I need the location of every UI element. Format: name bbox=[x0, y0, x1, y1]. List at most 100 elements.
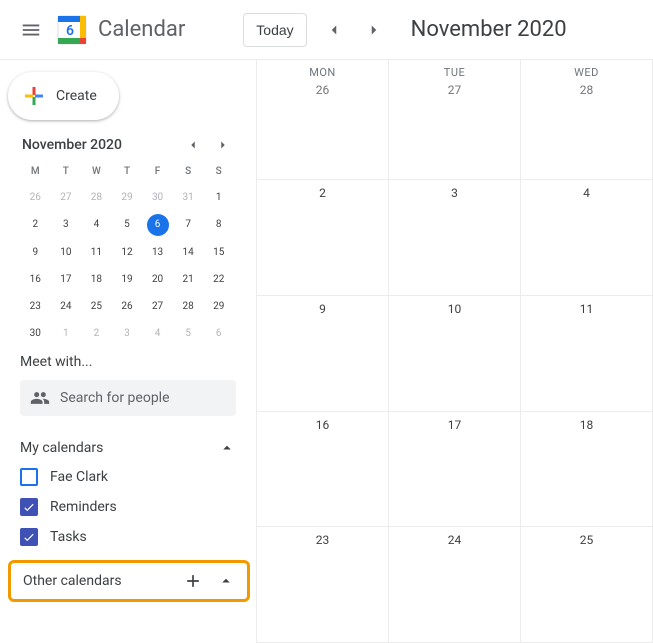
mini-day[interactable]: 30 bbox=[20, 323, 51, 344]
prev-period-button[interactable] bbox=[321, 17, 347, 43]
mini-day[interactable]: 4 bbox=[81, 214, 112, 236]
chevron-up-icon bbox=[218, 439, 236, 457]
mini-day[interactable]: 9 bbox=[20, 242, 51, 263]
grid-cell[interactable]: 18 bbox=[521, 412, 653, 528]
mini-day[interactable]: 25 bbox=[81, 296, 112, 317]
next-period-button[interactable] bbox=[361, 17, 387, 43]
mini-day[interactable]: 3 bbox=[51, 214, 82, 236]
calendar-grid[interactable]: MON26TUE27WED2823491011161718232425 bbox=[256, 60, 653, 643]
grid-cell[interactable]: 3 bbox=[389, 180, 521, 296]
grid-cell[interactable]: 4 bbox=[521, 180, 653, 296]
mini-next-button[interactable] bbox=[214, 136, 232, 154]
mini-day[interactable]: 19 bbox=[112, 269, 143, 290]
grid-dow: TUE bbox=[389, 66, 520, 79]
mini-day[interactable]: 6 bbox=[203, 323, 234, 344]
mini-day[interactable]: 12 bbox=[112, 242, 143, 263]
grid-date: 10 bbox=[389, 302, 520, 316]
calendar-logo-icon: 6 bbox=[54, 12, 90, 48]
mini-prev-button[interactable] bbox=[184, 136, 202, 154]
grid-header-cell[interactable]: TUE27 bbox=[389, 60, 521, 180]
current-period-label: November 2020 bbox=[411, 17, 567, 42]
mini-day[interactable]: 31 bbox=[173, 187, 204, 208]
mini-day[interactable]: 10 bbox=[51, 242, 82, 263]
mini-dow: S bbox=[203, 162, 234, 181]
grid-date: 16 bbox=[257, 418, 388, 432]
mini-day[interactable]: 21 bbox=[173, 269, 204, 290]
calendar-label: Tasks bbox=[50, 529, 87, 545]
grid-cell[interactable]: 23 bbox=[257, 527, 389, 643]
mini-day[interactable]: 27 bbox=[142, 296, 173, 317]
calendar-item[interactable]: Tasks bbox=[20, 522, 236, 552]
grid-header-cell[interactable]: MON26 bbox=[257, 60, 389, 180]
mini-day[interactable]: 17 bbox=[51, 269, 82, 290]
meet-with-title: Meet with... bbox=[20, 354, 236, 370]
create-button[interactable]: Create bbox=[8, 72, 119, 120]
mini-day[interactable]: 1 bbox=[51, 323, 82, 344]
grid-date: 18 bbox=[521, 418, 652, 432]
mini-day[interactable]: 29 bbox=[112, 187, 143, 208]
grid-cell[interactable]: 2 bbox=[257, 180, 389, 296]
mini-day[interactable]: 26 bbox=[20, 187, 51, 208]
chevron-up-icon bbox=[217, 572, 235, 590]
grid-cell[interactable]: 9 bbox=[257, 296, 389, 412]
grid-header-cell[interactable]: WED28 bbox=[521, 60, 653, 180]
mini-calendar-title: November 2020 bbox=[22, 137, 122, 153]
mini-day[interactable]: 8 bbox=[203, 214, 234, 236]
mini-day[interactable]: 16 bbox=[20, 269, 51, 290]
grid-dow: MON bbox=[257, 66, 388, 79]
mini-day[interactable]: 13 bbox=[142, 242, 173, 263]
mini-day[interactable]: 5 bbox=[173, 323, 204, 344]
grid-cell[interactable]: 11 bbox=[521, 296, 653, 412]
mini-day[interactable]: 22 bbox=[203, 269, 234, 290]
mini-day[interactable]: 14 bbox=[173, 242, 204, 263]
mini-day[interactable]: 27 bbox=[51, 187, 82, 208]
mini-day[interactable]: 20 bbox=[142, 269, 173, 290]
grid-cell[interactable]: 10 bbox=[389, 296, 521, 412]
mini-day[interactable]: 6 bbox=[147, 214, 169, 236]
mini-day[interactable]: 23 bbox=[20, 296, 51, 317]
plus-multicolor-icon bbox=[22, 84, 46, 108]
calendar-checkbox[interactable] bbox=[20, 498, 38, 516]
grid-cell[interactable]: 16 bbox=[257, 412, 389, 528]
mini-day[interactable]: 15 bbox=[203, 242, 234, 263]
calendar-item[interactable]: Reminders bbox=[20, 492, 236, 522]
search-people-input[interactable]: Search for people bbox=[20, 380, 236, 416]
mini-day[interactable]: 30 bbox=[142, 187, 173, 208]
add-other-calendar-button[interactable] bbox=[183, 571, 203, 591]
calendar-checkbox[interactable] bbox=[20, 468, 38, 486]
today-button[interactable]: Today bbox=[243, 13, 306, 47]
app-header: 6 Calendar Today November 2020 bbox=[0, 0, 653, 60]
mini-day[interactable]: 24 bbox=[51, 296, 82, 317]
other-calendars-toggle[interactable]: Other calendars bbox=[23, 571, 235, 591]
svg-text:6: 6 bbox=[66, 23, 74, 39]
grid-date: 9 bbox=[257, 302, 388, 316]
mini-day[interactable]: 28 bbox=[81, 187, 112, 208]
grid-date: 4 bbox=[521, 186, 652, 200]
calendar-item[interactable]: Fae Clark bbox=[20, 462, 236, 492]
mini-day[interactable]: 28 bbox=[173, 296, 204, 317]
mini-day[interactable]: 2 bbox=[81, 323, 112, 344]
grid-cell[interactable]: 17 bbox=[389, 412, 521, 528]
grid-cell[interactable]: 25 bbox=[521, 527, 653, 643]
mini-day[interactable]: 5 bbox=[112, 214, 143, 236]
mini-day[interactable]: 26 bbox=[112, 296, 143, 317]
calendar-checkbox[interactable] bbox=[20, 528, 38, 546]
calendar-label: Reminders bbox=[50, 499, 117, 515]
search-placeholder: Search for people bbox=[60, 390, 170, 406]
mini-day[interactable]: 3 bbox=[112, 323, 143, 344]
mini-day[interactable]: 18 bbox=[81, 269, 112, 290]
mini-day[interactable]: 2 bbox=[20, 214, 51, 236]
create-label: Create bbox=[56, 88, 97, 104]
grid-cell[interactable]: 24 bbox=[389, 527, 521, 643]
mini-day[interactable]: 11 bbox=[81, 242, 112, 263]
mini-dow: T bbox=[112, 162, 143, 181]
mini-day[interactable]: 1 bbox=[203, 187, 234, 208]
other-calendars-section: Other calendars bbox=[8, 560, 250, 602]
mini-day[interactable]: 29 bbox=[203, 296, 234, 317]
my-calendars-toggle[interactable]: My calendars bbox=[20, 434, 236, 462]
people-icon bbox=[30, 388, 50, 408]
mini-day[interactable]: 4 bbox=[142, 323, 173, 344]
main-menu-icon[interactable] bbox=[12, 11, 50, 49]
sidebar: Create November 2020 MTWTFSS262728293031… bbox=[0, 60, 256, 643]
mini-day[interactable]: 7 bbox=[173, 214, 204, 236]
